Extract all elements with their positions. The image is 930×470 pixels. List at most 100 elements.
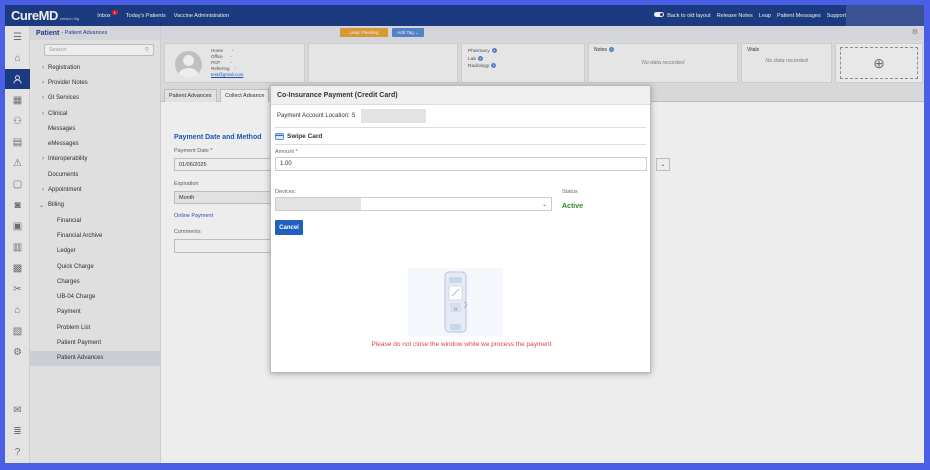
notes-empty: No data recorded	[641, 60, 685, 66]
sidebar-item-interoperability[interactable]: › Interoperability	[30, 152, 160, 167]
add-radiology-icon[interactable]: +	[491, 63, 497, 68]
old-layout-toggle[interactable]: Back to old layout	[654, 12, 711, 19]
expiration-label: Expiration	[174, 181, 199, 187]
patient-icon[interactable]	[5, 69, 30, 89]
alert-icon[interactable]: ⚠	[5, 153, 30, 173]
inbox-badge: 1	[111, 9, 118, 15]
sidebar-item-messages[interactable]: Messages	[30, 121, 160, 136]
sidebar-item-label: Registration	[48, 64, 81, 71]
comments-input[interactable]	[174, 239, 274, 253]
top-bar: CureMD version 9ig Inbox1 Today's Patien…	[5, 5, 924, 26]
tab-patient-advances[interactable]: Patient Advances	[164, 89, 217, 102]
sidebar-subitem-problem-list[interactable]: Problem List	[30, 320, 160, 335]
curemd-logo: CureMD	[11, 8, 58, 23]
todays-patients-link[interactable]: Today's Patients	[126, 13, 166, 19]
sidebar-subitem-charges[interactable]: Charges	[30, 274, 160, 289]
calendar-icon[interactable]: ▦	[5, 90, 30, 110]
payment-location-label: Payment Account Location: S	[277, 113, 356, 119]
sidebar-subitem-ub04-charge[interactable]: UB-04 Charge	[30, 289, 160, 304]
gear-icon[interactable]: ⚙	[912, 28, 918, 36]
film-icon[interactable]: ▩	[5, 258, 30, 278]
lab-row: Lab +	[468, 55, 484, 62]
users-icon[interactable]: ⚇	[5, 111, 30, 131]
add-pharmacy-icon[interactable]: +	[491, 48, 497, 53]
sidebar-item-label: Appointment	[48, 187, 82, 194]
sidebar-item-appointment[interactable]: › Appointment	[30, 182, 160, 197]
sidebar-item-label: eMessages	[48, 141, 79, 148]
status-value: Active	[562, 203, 584, 210]
sidebar-item-clinical[interactable]: › Clinical	[30, 106, 160, 121]
sidebar-item-label: Clinical	[48, 110, 68, 117]
chevron-right-icon: ›	[42, 187, 44, 194]
sidebar-item-emessages[interactable]: eMessages	[30, 136, 160, 151]
home-icon[interactable]: ⌂	[5, 48, 30, 68]
settings-icon[interactable]: ⚙	[5, 342, 30, 362]
house-icon[interactable]: ⌂	[5, 300, 30, 320]
payment-location-value	[361, 109, 426, 123]
patient-messages-link[interactable]: Patient Messages	[777, 13, 821, 19]
sidebar-subitem-patient-advances[interactable]: Patient Advances	[30, 350, 160, 366]
support-link[interactable]: Support	[827, 13, 846, 19]
notes-card: Notes + No data recorded	[588, 43, 738, 83]
sidebar-subitem-payment[interactable]: Payment	[30, 305, 160, 320]
tab-collect-advance[interactable]: Collect Advance	[220, 89, 270, 102]
document-icon[interactable]: ▢	[5, 174, 30, 194]
inbox-link[interactable]: Inbox1	[97, 9, 118, 19]
patient-email-link[interactable]: test@gmail.com	[211, 72, 243, 78]
report-icon[interactable]: ▣	[5, 216, 30, 236]
sidebar-item-label: Provider Notes	[48, 79, 88, 86]
credit-card-payment-modal: Co-Insurance Payment (Credit Card) Payme…	[270, 85, 651, 373]
leap-pending-badge[interactable]: Leap: Pending	[340, 28, 388, 37]
pharmacy-row: Pharmacy +	[468, 48, 497, 54]
top-nav: Inbox1 Today's Patients Vaccine Administ…	[97, 9, 229, 19]
camera-icon[interactable]: ◙	[5, 195, 30, 215]
sidebar-item-provider-notes[interactable]: › Provider Notes	[30, 75, 160, 90]
sidebar-subitem-ledger[interactable]: Ledger	[30, 244, 160, 259]
chevron-right-icon: ›	[42, 64, 44, 71]
divider	[275, 144, 646, 145]
sidebar-subitem-financial[interactable]: Financial	[30, 213, 160, 228]
avatar	[175, 51, 202, 78]
tools-icon[interactable]: ✂	[5, 279, 30, 299]
vaccine-admin-link[interactable]: Vaccine Administration	[174, 13, 229, 19]
chevron-right-icon: ›	[42, 95, 44, 102]
status-label: Status	[562, 189, 578, 195]
sidebar-item-gi-services[interactable]: › GI Services	[30, 91, 160, 106]
sidebar-subitem-quick-charge[interactable]: Quick Charge	[30, 259, 160, 274]
cancel-button[interactable]: Cancel	[275, 220, 303, 235]
chevron-down-icon[interactable]: ⌄	[656, 158, 670, 171]
sidebar-subitem-patient-payment[interactable]: Patient Payment	[30, 335, 160, 350]
expiration-select[interactable]: Month	[174, 191, 274, 204]
user-menu[interactable]	[846, 5, 924, 26]
add-note-icon[interactable]: +	[609, 47, 615, 52]
add-lab-icon[interactable]: +	[478, 55, 484, 61]
mail-icon[interactable]: ✉	[5, 400, 30, 420]
sidebar-header: Patient - Patient Advances	[30, 26, 160, 40]
vitals-empty: No data recorded	[765, 58, 808, 64]
building-icon[interactable]: ▥	[5, 237, 30, 257]
add-widget-card[interactable]: ⊕	[835, 43, 923, 83]
sidebar-subitem-financial-archive[interactable]: Financial Archive	[30, 228, 160, 243]
help-icon[interactable]: ?	[5, 442, 30, 462]
sidebar-item-documents[interactable]: Documents	[30, 167, 160, 182]
clipboard-icon[interactable]: ▧	[5, 321, 30, 341]
sidebar-item-billing[interactable]: ⌄ Billing	[30, 198, 160, 213]
release-notes-link[interactable]: Release Notes	[717, 13, 753, 19]
patient-info-bar: Home - Office - PCP - Referring - test@g…	[161, 40, 924, 85]
online-payment-link[interactable]: Online Payment	[174, 213, 213, 219]
grid-icon[interactable]: ▤	[5, 132, 30, 152]
search-icon: ⚲	[144, 47, 149, 53]
menu-icon[interactable]: ☰	[5, 27, 30, 47]
amount-label: Amount *	[275, 149, 298, 155]
list-icon[interactable]: ≣	[5, 421, 30, 441]
payment-section-title: Payment Date and Method	[174, 134, 262, 141]
chevron-right-icon: ›	[42, 79, 44, 86]
payment-date-input[interactable]: 01/06/2025	[174, 158, 274, 171]
sidebar-item-registration[interactable]: › Registration	[30, 60, 160, 75]
amount-input[interactable]: 1.00	[275, 157, 647, 171]
sidebar-search-input[interactable]: Search ⚲	[44, 44, 154, 56]
add-tag-button[interactable]: Add Tag ⌄	[392, 28, 424, 37]
leap-link[interactable]: Leap	[759, 13, 771, 19]
notes-title: Notes +	[594, 47, 615, 53]
chevron-right-icon: ›	[42, 156, 44, 163]
